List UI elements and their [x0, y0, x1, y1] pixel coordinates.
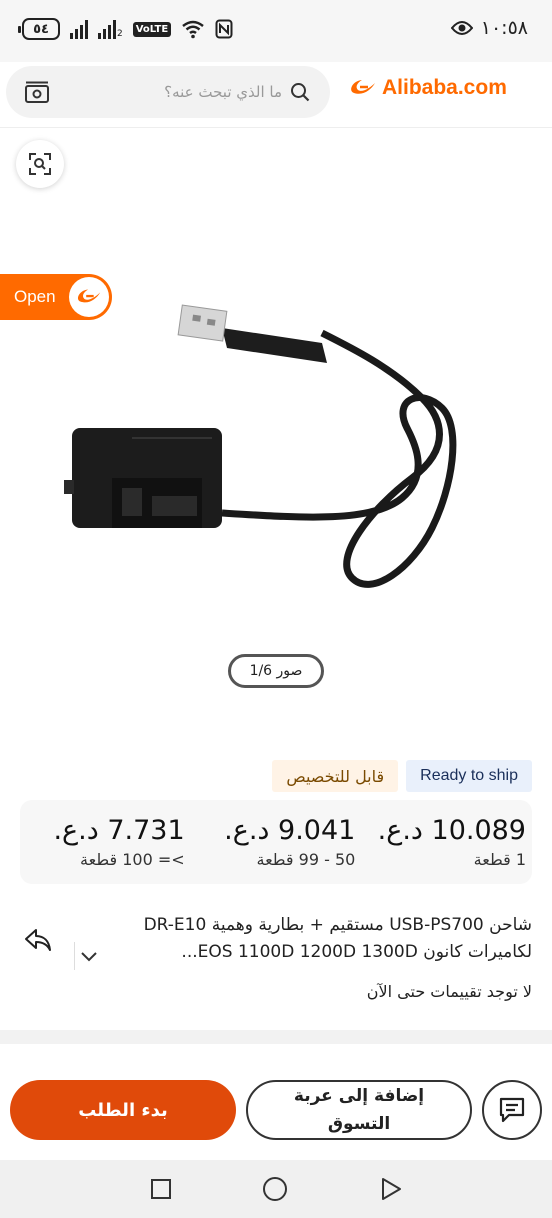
- signal-icon: [70, 19, 88, 39]
- wifi-icon: [182, 20, 204, 39]
- chat-icon: [499, 1097, 525, 1123]
- product-image: [64, 304, 457, 588]
- visual-search-button[interactable]: [16, 140, 64, 188]
- price-tier: 10.089 د.ع. 1 قطعة: [361, 800, 532, 884]
- start-order-button[interactable]: بدء الطلب: [10, 1080, 236, 1140]
- alibaba-logo-icon: [351, 80, 375, 94]
- product-title[interactable]: شاحن USB-PS700 مستقيم + بطارية وهمية DR-…: [102, 912, 532, 966]
- app-header: ما الذي تبحث عنه؟ Alibaba.com: [0, 62, 552, 128]
- home-button[interactable]: [262, 1176, 288, 1202]
- chevron-down-icon: [80, 952, 97, 962]
- volte-icon: VoLTE: [132, 21, 172, 37]
- clock: ١٠:٥٨: [480, 17, 528, 39]
- nfc-icon: [215, 19, 233, 39]
- product-title-row: شاحن USB-PS700 مستقيم + بطارية وهمية DR-…: [0, 912, 552, 976]
- price-tiers: 10.089 د.ع. 1 قطعة 9.041 د.ع. 50 - 99 قط…: [20, 800, 532, 884]
- customizable-badge: قابل للتخصيص: [272, 760, 399, 792]
- tier-price: 9.041 د.ع.: [224, 815, 356, 846]
- tier-price: 10.089 د.ع.: [377, 815, 526, 846]
- status-icons: ٥٤ 2 VoLTE: [18, 18, 233, 40]
- back-button[interactable]: [378, 1176, 404, 1202]
- circle-icon: [263, 1177, 287, 1201]
- chat-button[interactable]: [482, 1080, 542, 1140]
- system-nav-bar: [0, 1160, 552, 1218]
- tier-quantity: 1 قطعة: [473, 850, 526, 869]
- bottom-action-bar: بدء الطلب إضافة إلى عربة التسوق: [0, 1068, 552, 1158]
- battery-level: ٥٤: [33, 21, 49, 37]
- eye-icon: [450, 21, 473, 35]
- search-placeholder: ما الذي تبحث عنه؟: [164, 83, 282, 101]
- status-right: ١٠:٥٨: [450, 17, 528, 39]
- price-tier: 7.731 د.ع. >= 100 قطعة: [20, 800, 191, 884]
- open-label: Open: [14, 287, 56, 306]
- square-icon: [151, 1179, 171, 1199]
- product-tags: Ready to ship قابل للتخصيص: [272, 760, 532, 792]
- add-to-cart-button[interactable]: إضافة إلى عربة التسوق: [246, 1080, 472, 1140]
- tier-price: 7.731 د.ع.: [53, 815, 185, 846]
- reviews-status: لا توجد تقييمات حتى الآن: [366, 982, 532, 1001]
- image-counter-text: صور 1/6: [249, 663, 303, 679]
- share-button[interactable]: [18, 920, 58, 960]
- sim-2-label: 2: [117, 29, 123, 39]
- tier-quantity: 50 - 99 قطعة: [256, 850, 356, 869]
- share-icon: [25, 929, 51, 951]
- tier-quantity: >= 100 قطعة: [80, 850, 185, 869]
- alibaba-logo[interactable]: Alibaba.com: [348, 76, 507, 100]
- signal-2-icon: 2: [98, 19, 123, 39]
- status-bar: ٥٤ 2 VoLTE ١٠:٥٨: [0, 0, 552, 62]
- image-search-icon[interactable]: [24, 80, 50, 104]
- battery-icon: ٥٤: [18, 18, 60, 40]
- search-icon: [291, 83, 310, 102]
- ready-to-ship-badge: Ready to ship: [406, 760, 532, 792]
- product-gallery[interactable]: Open صور 1/6: [0, 128, 552, 740]
- triangle-icon: [382, 1178, 401, 1200]
- recents-button[interactable]: [148, 1176, 174, 1202]
- price-tier: 9.041 د.ع. 50 - 99 قطعة: [191, 800, 362, 884]
- search-bar[interactable]: ما الذي تبحث عنه؟: [6, 66, 330, 118]
- section-divider: [0, 1030, 552, 1044]
- expand-title-button[interactable]: [74, 942, 102, 970]
- logo-text: Alibaba.com: [382, 76, 507, 99]
- image-counter: صور 1/6: [228, 654, 324, 688]
- scan-icon: [29, 153, 51, 175]
